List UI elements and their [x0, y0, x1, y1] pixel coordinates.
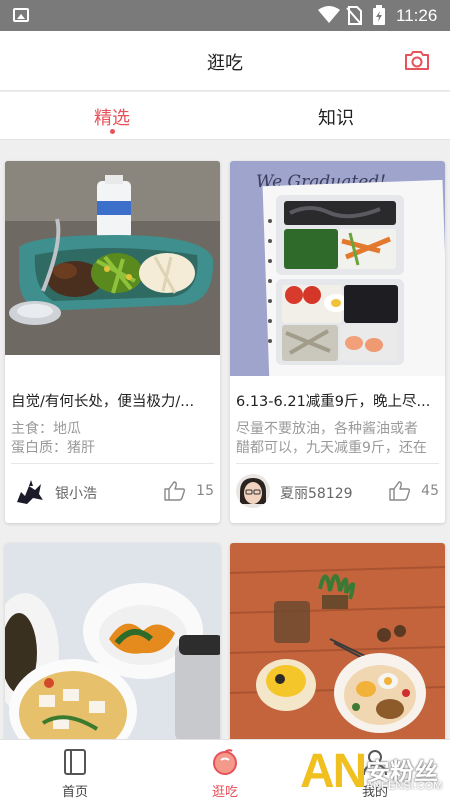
feed-card[interactable]: 自觉/有何长处，便当极力/... 主食：地瓜 蛋白质：猪肝 银小浩 15 — [5, 161, 220, 523]
feed-card[interactable] — [5, 543, 220, 743]
image-notification-icon — [13, 8, 29, 22]
wifi-icon — [318, 6, 340, 23]
nav-item-explore[interactable]: 逛吃 — [150, 740, 300, 800]
feed-tabs: 精选 知识 — [0, 92, 450, 140]
card-desc-line: 尽量不要放油，各种酱油或者 — [236, 421, 418, 437]
card-divider — [236, 463, 439, 464]
page-title: 逛吃 — [207, 53, 243, 74]
battery-charging-icon — [373, 5, 385, 25]
card-author[interactable]: 银小浩 — [55, 483, 97, 503]
avatar[interactable] — [11, 474, 45, 508]
no-sim-icon — [346, 6, 362, 25]
watermark-logo: AN — [300, 745, 367, 798]
food-photo — [230, 543, 445, 743]
card-desc-line: 主食：地瓜 — [11, 421, 81, 437]
card-divider — [11, 463, 214, 464]
nav-label: 首页 — [61, 785, 88, 800]
food-photo — [5, 543, 220, 743]
title-bar: 逛吃 — [0, 31, 450, 91]
card-author[interactable]: 夏丽58129 — [280, 483, 353, 503]
status-bar: 11:26 — [0, 0, 450, 31]
site-watermark: AN 安粉丝 ANFENSI.COM — [300, 744, 450, 800]
nav-label: 逛吃 — [211, 785, 238, 800]
like-count: 45 — [421, 483, 439, 499]
nav-item-home[interactable]: 首页 — [0, 740, 150, 800]
feed-card[interactable]: We Graduated! 6.13-6.21减重9斤，晚上尽... 尽量不要放… — [230, 161, 445, 523]
tab-knowledge[interactable]: 知识 — [318, 104, 354, 130]
card-title: 6.13-6.21减重9斤，晚上尽... — [236, 394, 431, 410]
watermark-url: ANFENSI.COM — [366, 780, 443, 792]
food-photo — [5, 161, 220, 355]
card-title: 自觉/有何长处，便当极力/... — [11, 394, 195, 410]
food-photo: We Graduated! — [230, 161, 445, 376]
orange-fruit-icon — [213, 749, 237, 775]
card-desc-line: 醋都可以，九天减重9斤，还在 — [236, 440, 427, 456]
tab-featured[interactable]: 精选 — [94, 104, 130, 130]
status-time: 11:26 — [396, 6, 438, 25]
thumbs-up-icon[interactable] — [389, 481, 411, 501]
feed-card[interactable] — [230, 543, 445, 743]
notebook-icon — [64, 749, 86, 775]
avatar[interactable] — [236, 474, 270, 508]
active-tab-indicator — [110, 129, 115, 134]
like-count: 15 — [196, 483, 214, 499]
card-desc-line: 蛋白质：猪肝 — [11, 440, 95, 456]
thumbs-up-icon[interactable] — [164, 481, 186, 501]
camera-icon[interactable] — [404, 49, 430, 71]
